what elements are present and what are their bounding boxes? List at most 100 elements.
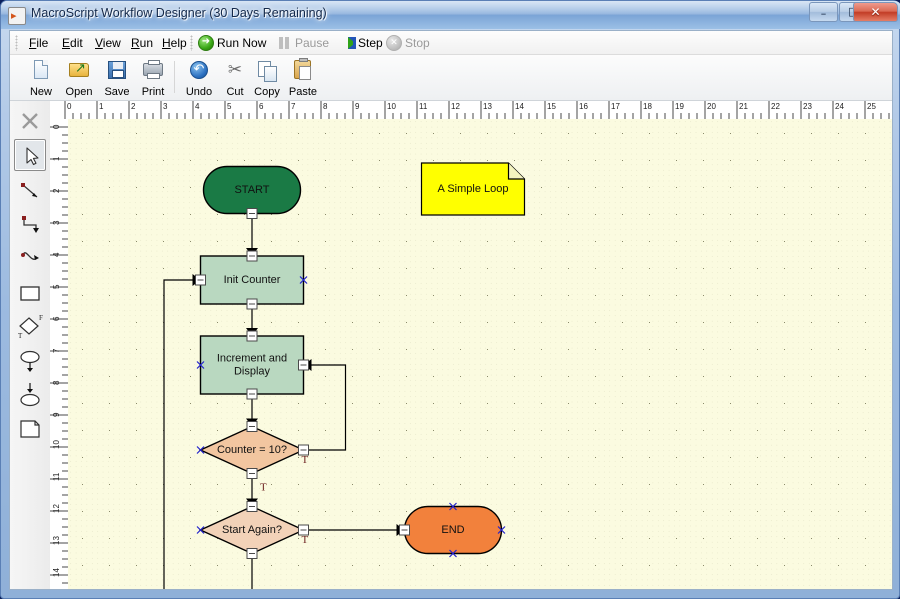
svg-text:T: T	[302, 534, 309, 546]
print-label: Print	[141, 86, 165, 98]
svg-text:21: 21	[739, 102, 748, 111]
svg-text:4: 4	[195, 102, 200, 111]
svg-text:2: 2	[131, 102, 136, 111]
menu-item-view[interactable]: View	[90, 34, 126, 52]
svg-text:2: 2	[52, 188, 61, 193]
menu-edit-accel: E	[62, 36, 71, 50]
svg-text:F: F	[39, 314, 43, 322]
svg-text:14: 14	[52, 568, 61, 577]
vertical-ruler-ticks: 0123456789101112131415	[50, 124, 68, 584]
diagram-canvas[interactable]: T T START A Simple Loop Init Counter Increme…	[68, 119, 892, 589]
svg-text:T: T	[302, 454, 309, 466]
note-tool[interactable]	[14, 413, 46, 445]
toolbar-separator	[174, 61, 175, 93]
step-icon	[339, 35, 356, 51]
svg-text:18: 18	[643, 102, 652, 111]
paste-label: Paste	[288, 86, 318, 98]
svg-text:16: 16	[579, 102, 588, 111]
s-curve-arrow-icon	[21, 252, 39, 260]
decision-tool[interactable]: F T	[14, 311, 46, 343]
new-button[interactable]: New	[20, 57, 62, 99]
nodes-layer: START A Simple Loop Init Counter Increment …	[195, 162, 526, 559]
minimize-icon: –	[820, 7, 827, 20]
menu-help-accel: H	[162, 36, 171, 50]
diagram-node[interactable]: END	[399, 502, 506, 558]
tool-palette: F T	[10, 101, 51, 589]
menu-item-edit[interactable]: Edit	[57, 34, 88, 52]
svg-text:10: 10	[387, 102, 396, 111]
x-close-icon	[22, 113, 38, 129]
note-page-icon	[20, 420, 40, 438]
diagram-node[interactable]: Increment andDisplay	[196, 330, 309, 400]
menu-item-file[interactable]: File	[24, 34, 53, 52]
step-button[interactable]: Step	[338, 34, 383, 52]
svg-text:START: START	[234, 184, 269, 196]
run-now-button[interactable]: Run Now	[197, 34, 266, 52]
print-button[interactable]: Print	[132, 57, 174, 99]
svg-text:T: T	[18, 332, 23, 340]
svg-text:11: 11	[52, 472, 61, 481]
floppy-disk-icon	[106, 59, 128, 81]
svg-text:T: T	[260, 482, 267, 494]
oval-arrow-in-icon	[20, 383, 40, 407]
svg-text:Init Counter: Init Counter	[224, 274, 281, 286]
select-pointer-tool[interactable]	[14, 139, 46, 171]
svg-text:17: 17	[611, 102, 620, 111]
svg-text:8: 8	[323, 102, 328, 111]
svg-text:22: 22	[771, 102, 780, 111]
horizontal-ruler[interactable]: 0 1 2 3 4 5 6 7 8 9 10 11 12 13 14 15 16 17 18 19 20 21 22 23 24…	[50, 101, 892, 120]
pause-bars-icon	[276, 35, 292, 51]
open-button[interactable]: Open	[58, 57, 100, 99]
window-title: MacroScript Workflow Designer (30 Days R…	[31, 6, 327, 20]
runbar-gripper	[190, 35, 193, 51]
new-label: New	[29, 86, 52, 98]
straight-line-tool[interactable]	[14, 175, 46, 207]
svg-text:11: 11	[419, 102, 428, 111]
svg-text:3: 3	[52, 220, 61, 225]
svg-text:0: 0	[52, 124, 61, 129]
start-terminator-tool[interactable]	[14, 345, 46, 377]
menu-run-accel: R	[131, 36, 140, 50]
process-box-tool[interactable]	[14, 277, 46, 309]
minimize-button[interactable]: –	[809, 2, 838, 22]
curve-connector-tool[interactable]	[14, 243, 46, 275]
vertical-ruler[interactable]: 0123456789101112131415	[50, 119, 69, 589]
menu-item-run[interactable]: Run	[126, 34, 158, 52]
menu-item-help[interactable]: Help	[157, 34, 192, 52]
svg-text:Display: Display	[234, 365, 271, 377]
diagram-node[interactable]: Counter = 10? T	[196, 421, 309, 479]
application-window: ▸ MacroScript Workflow Designer (30 Days…	[0, 0, 900, 599]
close-palette-tool[interactable]	[14, 105, 46, 137]
title-bar: ▸ MacroScript Workflow Designer (30 Days…	[1, 1, 900, 29]
close-icon: ✕	[870, 5, 881, 19]
svg-text:25: 25	[867, 102, 876, 111]
menu-view-rest: iew	[102, 36, 121, 50]
svg-text:9: 9	[52, 412, 61, 417]
open-label: Open	[65, 86, 93, 98]
diagram-node[interactable]: A Simple Loop	[420, 162, 526, 216]
new-document-icon	[30, 59, 52, 81]
clipboard-paste-icon	[292, 58, 314, 81]
client-area: File Edit View Run Help Run Now Pause St…	[9, 30, 893, 590]
paste-button[interactable]: Paste	[282, 57, 324, 99]
diagram-node[interactable]: START	[202, 165, 302, 219]
menubar-gripper	[15, 35, 18, 51]
close-button[interactable]: ✕	[853, 2, 898, 22]
svg-text:20: 20	[707, 102, 716, 111]
toolbar: New Open Save Print Undo Cut	[10, 55, 892, 101]
stop-label: Stop	[405, 36, 430, 50]
menu-view-accel: V	[95, 36, 103, 50]
diagram-node[interactable]: Start Again? T	[196, 501, 309, 559]
menu-run-rest: un	[139, 36, 154, 50]
elbow-connector-tool[interactable]	[14, 209, 46, 241]
svg-text:1: 1	[52, 156, 61, 161]
menu-help-rest: elp	[170, 36, 187, 50]
stop-circle-icon	[386, 35, 402, 51]
svg-text:4: 4	[52, 252, 61, 257]
diagram-node[interactable]: Init Counter	[195, 250, 308, 310]
play-circle-icon	[198, 34, 214, 51]
app-icon: ▸	[8, 7, 26, 25]
open-folder-icon	[68, 59, 90, 81]
end-terminator-tool[interactable]	[14, 379, 46, 411]
svg-text:13: 13	[52, 536, 61, 545]
